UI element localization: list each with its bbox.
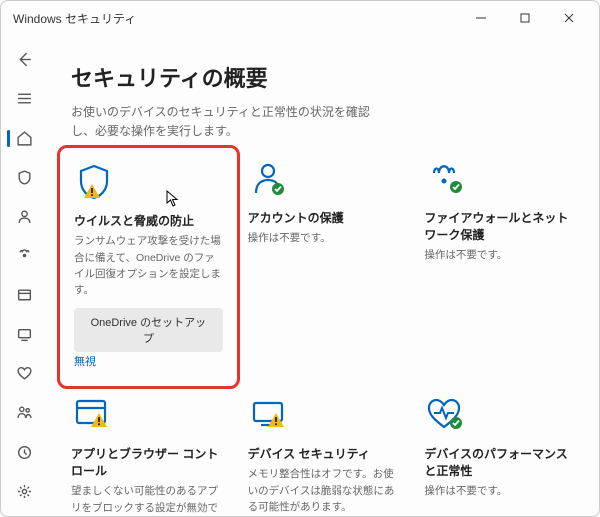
card-title: ウイルスと脅威の防止 — [74, 212, 223, 229]
card-account-protection[interactable]: アカウントの保護 操作は不要です。 — [248, 159, 403, 373]
shield-icon — [74, 162, 223, 202]
firewall-icon — [424, 159, 579, 199]
card-desc: ランサムウェア攻撃を受けた場合に備えて、OneDrive のファイル回復オプショ… — [74, 233, 223, 298]
card-desc: 望ましくない可能性のあるアプリをブロックする設定が無効です。お使いのデバイスが脆… — [71, 483, 226, 516]
card-device-security[interactable]: デバイス セキュリティ メモリ整合性はオフです。お使いのデバイスは脆弱な状態にあ… — [248, 395, 403, 516]
body: セキュリティの概要 お使いのデバイスのセキュリティと正常性の状況を確認し、必要な… — [1, 35, 599, 516]
window: Windows セキュリティ — [0, 0, 600, 517]
menu-button[interactable] — [6, 82, 42, 115]
nav-account[interactable] — [6, 200, 42, 233]
close-button[interactable] — [547, 4, 591, 32]
content: セキュリティの概要 お使いのデバイスのセキュリティと正常性の状況を確認し、必要な… — [47, 35, 599, 516]
minimize-button[interactable] — [459, 4, 503, 32]
onedrive-setup-button[interactable]: OneDrive のセットアップ — [74, 308, 223, 352]
device-security-icon — [248, 395, 403, 435]
back-button[interactable] — [6, 43, 42, 76]
card-desc: 操作は不要です。 — [424, 247, 579, 263]
card-grid: ウイルスと脅威の防止 ランサムウェア攻撃を受けた場合に備えて、OneDrive … — [71, 159, 579, 516]
app-browser-icon — [71, 395, 226, 435]
titlebar: Windows セキュリティ — [1, 1, 599, 35]
nav-virus[interactable] — [6, 161, 42, 194]
account-icon — [248, 159, 403, 199]
card-title: アプリとブラウザー コントロール — [71, 445, 226, 479]
nav-app-browser[interactable] — [6, 279, 42, 312]
maximize-button[interactable] — [503, 4, 547, 32]
heart-icon — [424, 395, 579, 435]
card-title: アカウントの保護 — [248, 209, 403, 226]
sidebar — [1, 35, 47, 516]
nav-home[interactable] — [6, 122, 42, 155]
card-desc: メモリ整合性はオフです。お使いのデバイスは脆弱な状態にある可能性があります。 — [248, 466, 403, 515]
card-title: デバイスのパフォーマンスと正常性 — [424, 445, 579, 479]
page-subtitle: お使いのデバイスのセキュリティと正常性の状況を確認し、必要な操作を実行します。 — [71, 103, 391, 141]
nav-device-security[interactable] — [6, 318, 42, 351]
nav-settings[interactable] — [6, 475, 42, 508]
nav-firewall[interactable] — [6, 239, 42, 272]
card-title: デバイス セキュリティ — [248, 445, 403, 462]
card-desc: 操作は不要です。 — [424, 483, 579, 499]
card-firewall-network[interactable]: ファイアウォールとネットワーク保護 操作は不要です。 — [424, 159, 579, 373]
nav-family[interactable] — [6, 396, 42, 429]
nav-device-health[interactable] — [6, 357, 42, 390]
card-virus-threat[interactable]: ウイルスと脅威の防止 ランサムウェア攻撃を受けた場合に備えて、OneDrive … — [71, 159, 226, 373]
card-device-health[interactable]: デバイスのパフォーマンスと正常性 操作は不要です。 — [424, 395, 579, 516]
highlight-box: ウイルスと脅威の防止 ランサムウェア攻撃を受けた場合に備えて、OneDrive … — [57, 145, 240, 389]
card-title: ファイアウォールとネットワーク保護 — [424, 209, 579, 243]
card-app-browser[interactable]: アプリとブラウザー コントロール 望ましくない可能性のあるアプリをブロックする設… — [71, 395, 226, 516]
card-desc: 操作は不要です。 — [248, 230, 403, 246]
page-title: セキュリティの概要 — [71, 61, 579, 93]
dismiss-link[interactable]: 無視 — [74, 356, 96, 368]
nav-protection-history[interactable] — [6, 436, 42, 469]
window-controls — [459, 4, 591, 32]
window-title: Windows セキュリティ — [9, 10, 459, 27]
cursor-icon — [166, 190, 180, 213]
